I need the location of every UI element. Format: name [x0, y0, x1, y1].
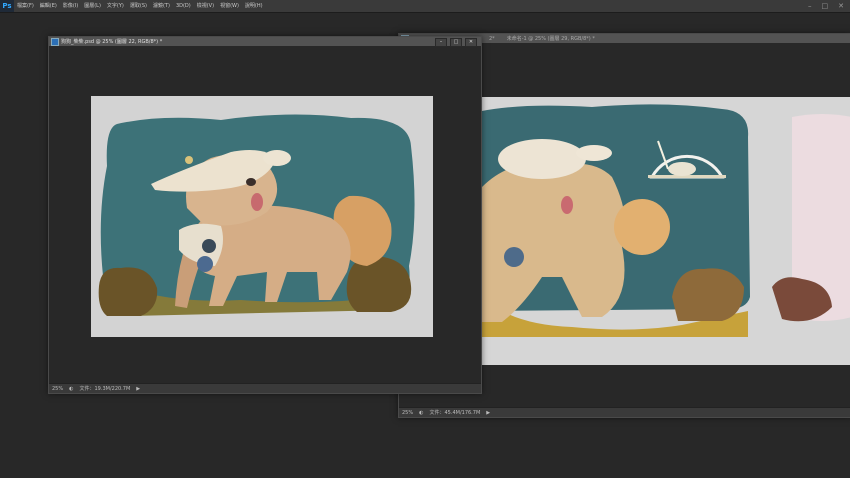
dog-hat-back: [498, 139, 586, 179]
menu-image[interactable]: 影像(I): [60, 0, 81, 12]
zoom-level-back[interactable]: 25%: [399, 410, 416, 416]
doc-close-button[interactable]: ✕: [465, 38, 477, 47]
document-window-buttons: – □ ✕: [435, 38, 477, 47]
dog-bell-back: [504, 247, 524, 267]
status-bar-front: 25% ◐ 文件：19.3M/220.7M ▶: [49, 383, 481, 393]
menu-type[interactable]: 文字(Y): [104, 0, 127, 12]
menu-filter[interactable]: 濾鏡(T): [150, 0, 173, 12]
triangle-right-icon[interactable]: ▶: [483, 410, 493, 416]
document-window-front[interactable]: 狗狗_柴柴.psd @ 25% (圖層 22, RGB/8*) * – □ ✕: [48, 36, 482, 394]
menu-select[interactable]: 選取(S): [127, 0, 150, 12]
status-info-icon[interactable]: ◐: [66, 386, 76, 392]
bush-left: [98, 267, 158, 316]
document-title-front[interactable]: 狗狗_柴柴.psd @ 25% (圖層 22, RGB/8*) *: [61, 38, 162, 45]
document-titlebar-front[interactable]: 狗狗_柴柴.psd @ 25% (圖層 22, RGB/8*) * – □ ✕: [49, 37, 481, 47]
dog-ear-back: [576, 145, 612, 161]
dog-tongue: [251, 193, 263, 211]
hat-charm: [185, 156, 193, 164]
menu-layer[interactable]: 圖層(L): [81, 0, 104, 12]
app-restore-button[interactable]: □: [822, 2, 829, 10]
file-size-front: 文件：19.3M/220.7M: [79, 386, 131, 392]
app-minimize-button[interactable]: –: [808, 2, 812, 10]
menu-3d[interactable]: 3D(D): [173, 0, 194, 12]
dog-ear: [263, 150, 291, 166]
bush-back: [672, 268, 744, 321]
dog-nose: [246, 178, 256, 186]
app-window-controls: – □ ✕: [808, 0, 844, 12]
menu-file[interactable]: 檔案(F): [14, 0, 37, 12]
menu-help[interactable]: 說明(H): [242, 0, 266, 12]
dog-badge: [202, 239, 216, 253]
ps-logo-icon[interactable]: Ps: [0, 0, 14, 12]
canvas-front[interactable]: [91, 96, 433, 337]
menu-window[interactable]: 視窗(W): [217, 0, 242, 12]
document-tab-left[interactable]: 2*: [489, 36, 495, 42]
menu-bar: Ps 檔案(F) 編輯(E) 影像(I) 圖層(L) 文字(Y) 選取(S) 濾…: [0, 0, 850, 13]
file-size-back: 文件：45.4M/176.7M: [429, 410, 481, 416]
app-close-button[interactable]: ✕: [838, 2, 844, 10]
doc-maximize-button[interactable]: □: [450, 38, 462, 47]
triangle-right-icon[interactable]: ▶: [133, 386, 143, 392]
menu-edit[interactable]: 編輯(E): [37, 0, 60, 12]
dog-tail-back: [614, 199, 670, 255]
doc-minimize-button[interactable]: –: [435, 38, 447, 47]
document-icon: [51, 37, 59, 46]
canvas-back[interactable]: [482, 97, 850, 365]
document-title-back[interactable]: 未命名-1 @ 25% (圖層 29, RGB/8*) *: [507, 35, 595, 42]
zoom-level-front[interactable]: 25%: [49, 386, 66, 392]
menu-view[interactable]: 檢視(V): [194, 0, 217, 12]
status-info-icon[interactable]: ◐: [416, 410, 426, 416]
dog-bell: [197, 256, 213, 272]
bread-loaf: [668, 162, 696, 176]
pasteboard-front: [49, 47, 481, 383]
dog-tongue-back: [561, 196, 573, 214]
status-bar-back: 25% ◐ 文件：45.4M/176.7M ▶: [399, 407, 850, 417]
